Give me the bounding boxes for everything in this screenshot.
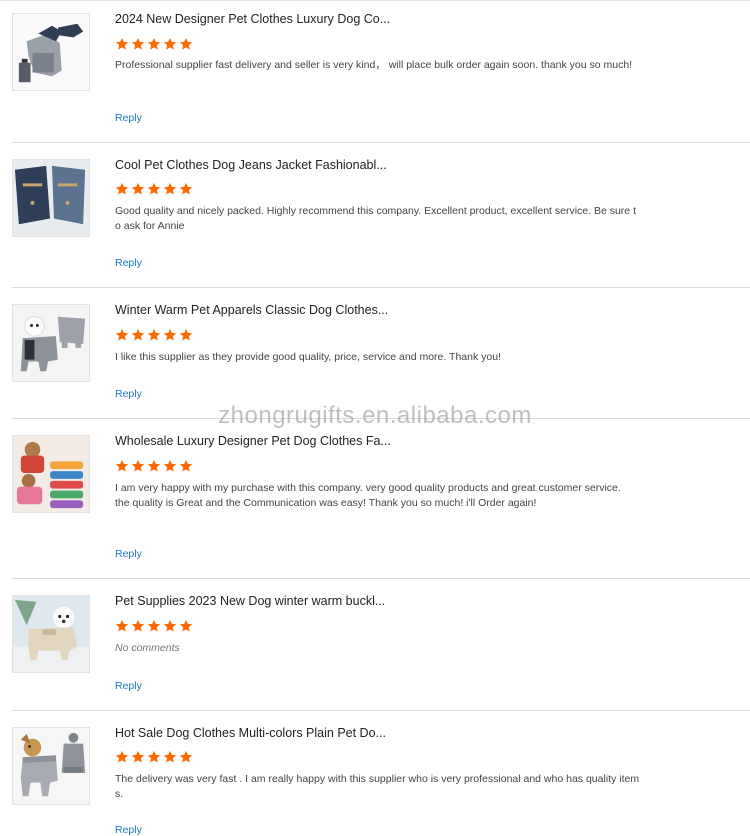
star-icon [131,750,145,763]
product-title[interactable]: Hot Sale Dog Clothes Multi-colors Plain … [115,726,386,740]
star-icon [163,750,177,763]
grey-sweater-image[interactable] [12,727,90,805]
review-item: Hot Sale Dog Clothes Multi-colors Plain … [0,0,750,836]
review-comment: The delivery was very fast . I am really… [115,773,640,800]
reply-link[interactable]: Reply [115,824,142,836]
star-icon [147,750,161,763]
star-icon [115,750,129,763]
star-icon [179,750,193,763]
star-rating [115,750,193,764]
